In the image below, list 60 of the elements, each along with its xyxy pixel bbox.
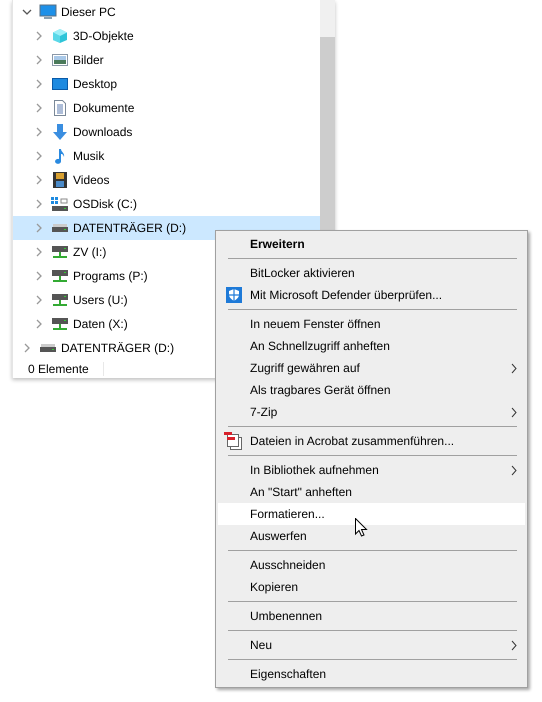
chevron-right-icon[interactable] [24, 343, 30, 353]
picture-icon [52, 53, 68, 67]
chevron-right-icon[interactable] [36, 271, 42, 281]
system-drive-icon [51, 196, 69, 212]
menu-item[interactable]: An Schnellzugriff anheften [218, 335, 525, 357]
mouse-cursor-icon [355, 518, 368, 537]
menu-item[interactable]: Ausschneiden [218, 554, 525, 576]
drive-icon [52, 224, 68, 232]
stacked-documents-icon [224, 432, 244, 450]
shield-icon [226, 287, 242, 303]
menu-item[interactable]: Neu [218, 634, 525, 656]
menu-item[interactable]: BitLocker aktivieren [218, 262, 525, 284]
chevron-right-icon[interactable] [36, 223, 42, 233]
network-drive-icon [52, 317, 68, 331]
tree-item[interactable]: Musik [13, 144, 320, 168]
tree-item[interactable]: OSDisk (C:) [13, 192, 320, 216]
network-drive-icon [52, 245, 68, 259]
chevron-right-icon[interactable] [36, 199, 42, 209]
chevron-right-icon[interactable] [36, 31, 42, 41]
cube-icon [52, 28, 68, 44]
menu-item[interactable]: In Bibliothek aufnehmen [218, 459, 525, 481]
chevron-right-icon[interactable] [36, 319, 42, 329]
computer-icon [39, 4, 57, 20]
chevron-right-icon[interactable] [36, 175, 42, 185]
menu-item[interactable]: Eigenschaften [218, 663, 525, 685]
desktop-icon [52, 77, 68, 91]
menu-item[interactable]: Umbenennen [218, 605, 525, 627]
item-count: 0 Elemente [28, 362, 104, 376]
film-icon [53, 172, 67, 188]
chevron-down-icon[interactable] [22, 9, 32, 15]
tree-item[interactable]: Dokumente [13, 96, 320, 120]
down-arrow-icon [52, 124, 68, 140]
network-drive-icon [52, 269, 68, 283]
menu-item[interactable]: 7-Zip [218, 401, 525, 423]
network-drive-icon [52, 293, 68, 307]
tree-item[interactable]: Downloads [13, 120, 320, 144]
tree-item[interactable]: Videos [13, 168, 320, 192]
chevron-right-icon[interactable] [36, 127, 42, 137]
menu-item[interactable]: Mit Microsoft Defender überprüfen... [218, 284, 525, 306]
menu-item[interactable]: Auswerfen [218, 525, 525, 547]
menu-item[interactable]: In neuem Fenster öffnen [218, 313, 525, 335]
menu-item[interactable]: Dateien in Acrobat zusammenführen... [218, 430, 525, 452]
menu-item[interactable]: An "Start" anheften [218, 481, 525, 503]
chevron-right-icon[interactable] [36, 103, 42, 113]
menu-item[interactable]: Kopieren [218, 576, 525, 598]
tree-item[interactable]: Bilder [13, 48, 320, 72]
music-note-icon [54, 148, 66, 164]
menu-item[interactable]: Formatieren... [218, 503, 525, 525]
chevron-right-icon[interactable] [36, 55, 42, 65]
menu-item[interactable]: Zugriff gewähren auf [218, 357, 525, 379]
chevron-right-icon[interactable] [36, 247, 42, 257]
tree-item[interactable]: 3D-Objekte [13, 24, 320, 48]
menu-item[interactable]: Als tragbares Gerät öffnen [218, 379, 525, 401]
drive-icon [40, 344, 56, 352]
tree-item[interactable]: Dieser PC [13, 0, 320, 24]
tree-item[interactable]: Desktop [13, 72, 320, 96]
chevron-right-icon[interactable] [36, 79, 42, 89]
chevron-right-icon[interactable] [36, 295, 42, 305]
document-icon [53, 100, 67, 116]
chevron-right-icon[interactable] [36, 151, 42, 161]
